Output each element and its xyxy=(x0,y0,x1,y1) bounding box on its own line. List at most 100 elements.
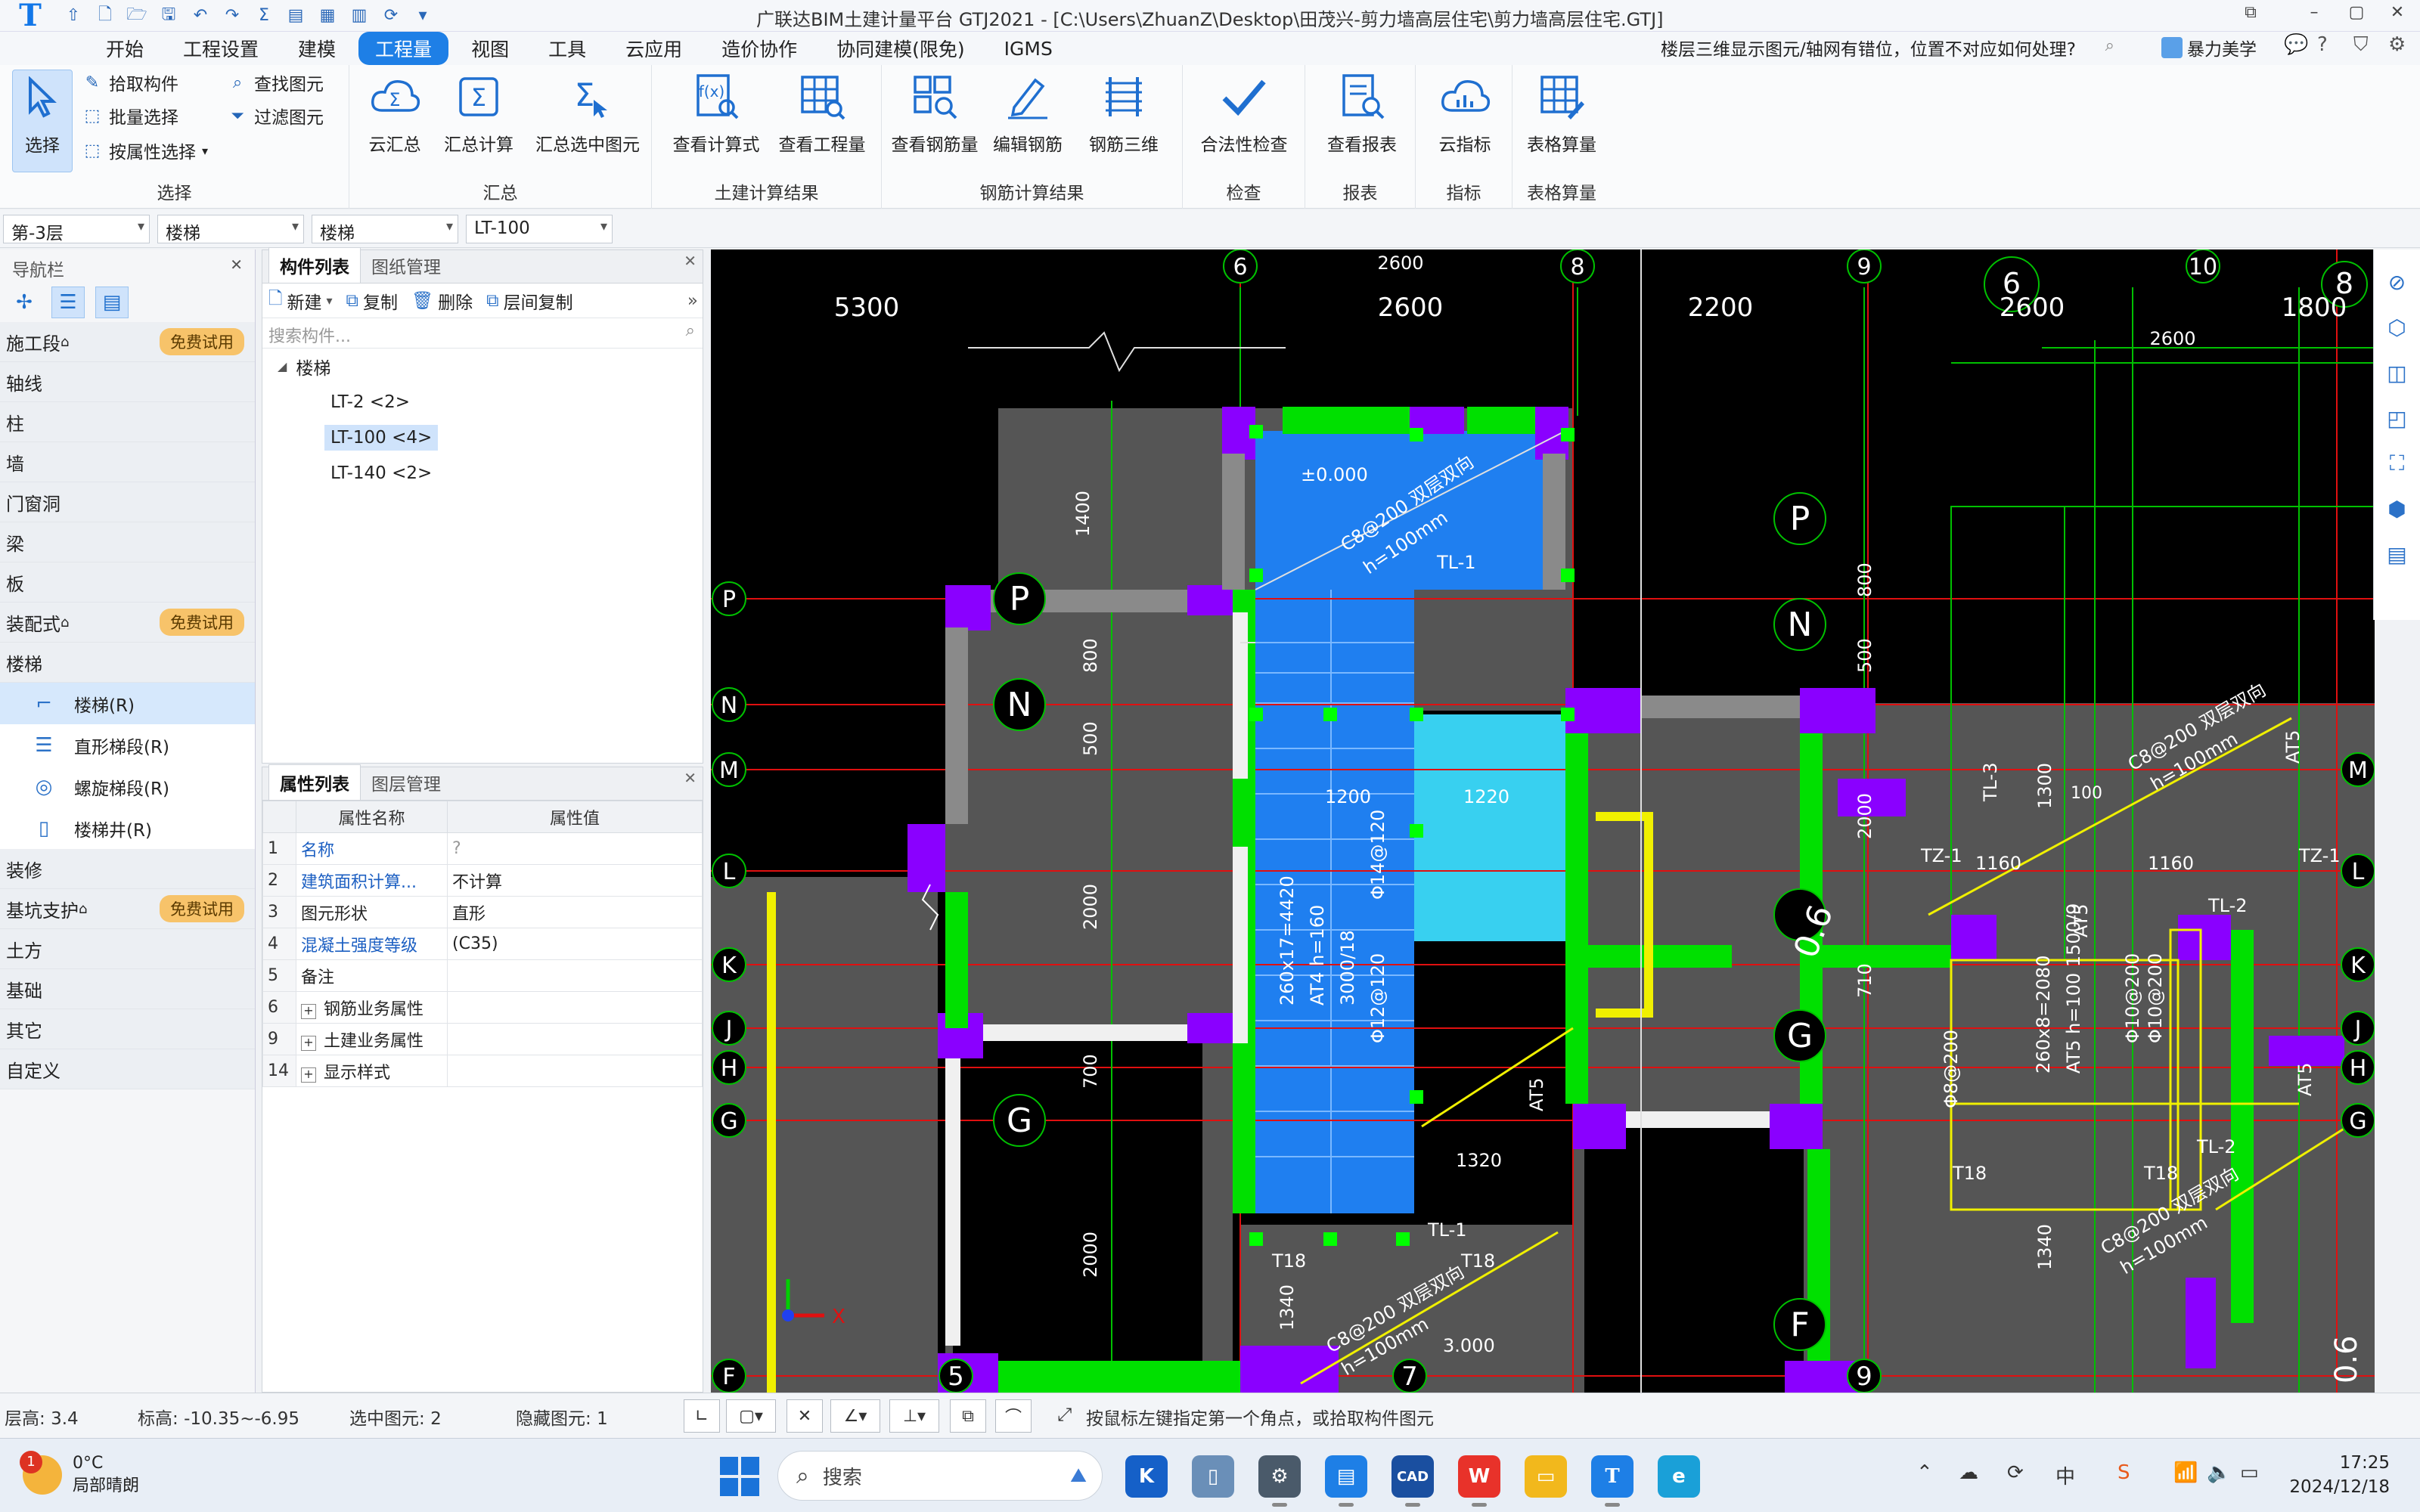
category-select[interactable]: 楼梯 xyxy=(157,215,304,243)
phone-icon[interactable]: ▯ xyxy=(1192,1455,1234,1498)
chevron-up-icon[interactable]: ⌃ xyxy=(1916,1461,1933,1484)
property-row[interactable]: 6 + 钢筋业务属性 xyxy=(262,991,703,1024)
angle-snap-icon[interactable]: ∠▾ xyxy=(830,1399,880,1433)
report-view-icon[interactable]: ▤ xyxy=(2380,537,2415,572)
property-value[interactable] xyxy=(447,1055,703,1087)
help-icon[interactable]: ? xyxy=(2317,33,2328,56)
property-value[interactable] xyxy=(447,991,703,1024)
chart-icon[interactable]: ▤ xyxy=(283,5,309,27)
edge-browser-icon[interactable]: e xyxy=(1658,1455,1700,1498)
property-row[interactable]: 14 + 显示样式 xyxy=(262,1055,703,1087)
nav-stair-item[interactable]: ▯ 楼梯井(R) xyxy=(0,807,255,849)
search-icon[interactable]: ⌕ xyxy=(2105,36,2114,55)
tree-root[interactable]: ◢ 楼梯 xyxy=(262,349,703,384)
dropdown-icon[interactable]: ▾ xyxy=(410,5,436,27)
undo-icon[interactable]: ↶ xyxy=(188,5,213,27)
restore-tab-icon[interactable]: ⧉ xyxy=(2235,3,2266,27)
open-folder-icon[interactable]: 🗁 xyxy=(124,5,150,27)
summary-calc-button[interactable]: Σ 汇总计算 xyxy=(430,70,528,168)
view-rebar-button[interactable]: 查看钢筋量 xyxy=(882,70,988,168)
ortho-icon[interactable]: ∟ xyxy=(684,1399,720,1433)
chat-icon[interactable]: 💬 xyxy=(2284,33,2308,56)
settings-gear-icon[interactable]: ⚙ xyxy=(1258,1455,1301,1507)
sync-icon[interactable]: ⟳ xyxy=(2007,1461,2024,1484)
cross-select-icon[interactable]: ✕ xyxy=(786,1399,823,1433)
menu-cost-collab[interactable]: 造价协作 xyxy=(705,32,814,65)
subcategory-select[interactable]: 楼梯 xyxy=(312,215,458,243)
free-trial-badge[interactable]: 免费试用 xyxy=(160,609,244,636)
menu-quantity[interactable]: 工程量 xyxy=(358,32,449,65)
arc-icon[interactable]: ⌒ xyxy=(995,1399,1032,1433)
close-icon[interactable]: ✕ xyxy=(684,252,697,270)
pick-component-button[interactable]: ✎ 拾取构件 xyxy=(82,68,178,97)
find-element-button[interactable]: ⌕ 查找图元 xyxy=(227,68,324,97)
weather-widget[interactable]: 1 0°C 局部晴朗 xyxy=(20,1451,139,1498)
property-value[interactable]: 不计算 xyxy=(447,864,703,897)
tab-component-list[interactable]: 构件列表 xyxy=(268,247,361,283)
view-formula-button[interactable]: f(x) 查看计算式 xyxy=(659,70,773,168)
settings-icon[interactable]: ⚙ xyxy=(2388,33,2406,56)
menu-project-settings[interactable]: 工程设置 xyxy=(166,32,275,65)
orbit-icon[interactable]: ⊘ xyxy=(2380,265,2415,299)
box-view-icon[interactable]: ◰ xyxy=(2380,401,2415,435)
folder-icon[interactable]: ▭ xyxy=(1525,1455,1567,1498)
edit-rebar-button[interactable]: 编辑钢筋 xyxy=(979,70,1077,168)
cad-app-icon[interactable]: CAD xyxy=(1392,1455,1434,1507)
property-row[interactable]: 3 图元形状 直形 xyxy=(262,896,703,928)
list-view-icon[interactable]: ☰ xyxy=(51,287,85,318)
nav-category[interactable]: 其它 xyxy=(0,1009,255,1049)
gtj-app-icon[interactable]: T xyxy=(1591,1455,1634,1507)
expand-icon[interactable]: + xyxy=(301,1003,316,1019)
nav-category[interactable]: 轴线 xyxy=(0,362,255,402)
batch-select-button[interactable]: ⬚ 批量选择 xyxy=(82,101,178,130)
new-component-button[interactable]: 🗋 新建 ▾ xyxy=(268,286,333,315)
property-value[interactable]: ? xyxy=(447,832,703,865)
notes-app-icon[interactable]: ▤ xyxy=(1325,1455,1367,1507)
nav-category[interactable]: 板 xyxy=(0,562,255,603)
property-row[interactable]: 5 备注 xyxy=(262,959,703,992)
property-value[interactable]: 直形 xyxy=(447,896,703,928)
menu-view[interactable]: 视图 xyxy=(455,32,526,65)
view-report-button[interactable]: 查看报表 xyxy=(1305,70,1419,168)
app-tray-icon[interactable]: S xyxy=(2118,1461,2130,1484)
drawing-canvas[interactable]: 5300 2600 2200 2600 1800 2600 2600 6 8 9… xyxy=(711,249,2375,1393)
property-row[interactable]: 1 名称? xyxy=(262,832,703,865)
cloud-summary-button[interactable]: Σ 云汇总 xyxy=(349,70,440,168)
select-button[interactable]: 选择 xyxy=(12,70,73,172)
grid-icon[interactable]: ▦ xyxy=(315,5,340,27)
nav-stair-item[interactable]: ◎ 螺旋梯段(R) xyxy=(0,766,255,807)
property-row[interactable]: 2 建筑面积计算... 不计算 xyxy=(262,864,703,897)
stair-platform[interactable] xyxy=(1414,714,1573,941)
menu-collab-modeling[interactable]: 协同建模(限免) xyxy=(820,32,982,65)
select-by-attribute-button[interactable]: ⬚ 按属性选择 ▾ xyxy=(82,136,208,165)
nav-category[interactable]: 梁 xyxy=(0,522,255,562)
help-search-input[interactable]: 楼层三维显示图元/轴网有错位，位置不对应如何处理? ⌕ xyxy=(1661,35,2122,60)
property-row[interactable]: 4 混凝土强度等级 (C35) xyxy=(262,928,703,960)
copy-component-button[interactable]: ⧉ 复制 xyxy=(346,288,398,314)
filter-element-button[interactable]: ⏷ 过滤图元 xyxy=(227,101,324,130)
detail-view-icon[interactable]: ▤ xyxy=(95,287,129,318)
summary-selected-button[interactable]: Σ 汇总选中图元 xyxy=(523,70,652,168)
maximize-icon[interactable]: ▢ xyxy=(2341,3,2372,27)
nav-category[interactable]: 自定义 xyxy=(0,1049,255,1089)
component-search-input[interactable]: 搜索构件... ⌕ xyxy=(262,318,703,349)
nav-category[interactable]: 装修 xyxy=(0,849,255,889)
layer-icon[interactable]: ⧉ xyxy=(950,1399,986,1433)
component-view-icon[interactable]: ⬢ xyxy=(2380,491,2415,526)
menu-modeling[interactable]: 建模 xyxy=(281,32,352,65)
ime-icon[interactable]: 中 xyxy=(2055,1461,2075,1489)
user-account[interactable]: 暴力美学 xyxy=(2161,35,2257,60)
menu-start[interactable]: 开始 xyxy=(89,32,160,65)
expand-icon[interactable]: + xyxy=(301,1035,316,1051)
menu-cloud[interactable]: 云应用 xyxy=(609,32,699,65)
close-icon[interactable]: ✕ xyxy=(2382,3,2412,27)
nav-stair-item[interactable]: ☰ 直形梯段(R) xyxy=(0,724,255,766)
nav-category[interactable]: 柱 xyxy=(0,402,255,442)
expand-icon[interactable]: + xyxy=(301,1067,316,1083)
nav-category[interactable]: 土方 xyxy=(0,929,255,969)
table-calc-button[interactable]: 表格算量 xyxy=(1505,70,1618,168)
volume-icon[interactable]: 🔈 xyxy=(2207,1461,2231,1484)
nav-category[interactable]: 装配式 ⌂ 免费试用 xyxy=(0,603,255,643)
view-quantity-button[interactable]: 查看工程量 xyxy=(765,70,879,168)
legality-check-button[interactable]: 合法性检查 xyxy=(1187,70,1301,168)
